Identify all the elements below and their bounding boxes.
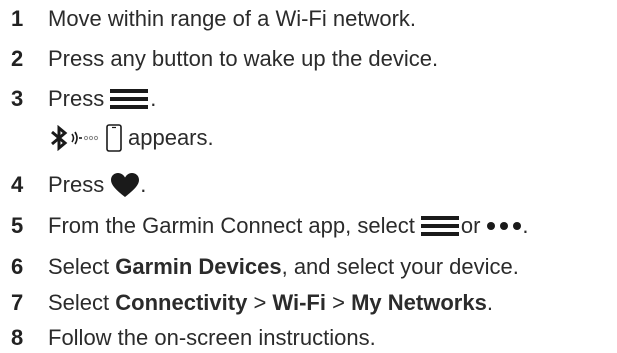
step-text: Press . xyxy=(48,84,156,114)
step-number: 4 xyxy=(11,172,24,197)
step-text: Select Connectivity > Wi-Fi > My Network… xyxy=(48,288,493,318)
step-text-before: Press xyxy=(48,172,105,197)
menu-path-connectivity: Connectivity xyxy=(115,290,248,315)
step-2: 2 Press any button to wake up the device… xyxy=(0,44,617,74)
step-text: Press any button to wake up the device. xyxy=(48,46,439,71)
signal-waves-icon xyxy=(71,131,99,145)
step-text-before: Select xyxy=(48,254,110,279)
menu-path-my-networks: My Networks xyxy=(351,290,487,315)
step-text-before: Press xyxy=(48,86,105,111)
step-number: 2 xyxy=(11,46,24,71)
step-text-after: , and select your device. xyxy=(281,254,519,279)
connection-status: appears. xyxy=(48,123,214,153)
menu-icon xyxy=(110,89,149,109)
menu-icon xyxy=(420,216,459,236)
step-3-status: appears. xyxy=(0,121,617,155)
menu-path-wifi: Wi-Fi xyxy=(272,290,326,315)
more-dots-icon xyxy=(487,222,522,230)
step-4: 4 Press . xyxy=(0,170,617,200)
step-text-after: . xyxy=(522,213,529,238)
menu-path-garmin-devices: Garmin Devices xyxy=(115,254,282,279)
step-text: Follow the on-screen instructions. xyxy=(48,325,376,350)
step-text-mid: or xyxy=(460,213,481,238)
step-1: 1 Move within range of a Wi-Fi network. xyxy=(0,4,617,34)
step-number: 1 xyxy=(11,6,24,31)
step-number: 7 xyxy=(11,290,24,315)
phone-icon xyxy=(106,124,122,152)
step-number: 8 xyxy=(11,325,24,350)
step-number: 5 xyxy=(11,213,24,238)
step-text-after: . xyxy=(140,172,147,197)
step-text: Select Garmin Devices, and select your d… xyxy=(48,252,519,282)
step-text-after: . xyxy=(486,290,493,315)
bluetooth-icon xyxy=(51,125,68,151)
step-3: 3 Press . xyxy=(0,84,617,114)
heart-icon xyxy=(111,173,140,197)
step-text: From the Garmin Connect app, select or . xyxy=(48,211,529,241)
step-number: 6 xyxy=(11,254,24,279)
path-separator: > xyxy=(253,290,267,315)
step-text: Press . xyxy=(48,170,146,200)
step-6: 6 Select Garmin Devices, and select your… xyxy=(0,252,617,282)
step-8: 8 Follow the on-screen instructions. xyxy=(0,323,617,353)
step-7: 7 Select Connectivity > Wi-Fi > My Netwo… xyxy=(0,288,617,318)
step-text-before: Select xyxy=(48,290,110,315)
status-text: appears. xyxy=(128,125,214,150)
instruction-steps: 1 Move within range of a Wi-Fi network. … xyxy=(0,0,617,353)
path-separator: > xyxy=(332,290,345,315)
step-text-before: From the Garmin Connect app, select xyxy=(48,213,415,238)
step-text: Move within range of a Wi-Fi network. xyxy=(48,6,417,31)
step-number: 3 xyxy=(11,86,24,111)
step-text-after: . xyxy=(150,86,157,111)
step-5: 5 From the Garmin Connect app, select or… xyxy=(0,211,617,241)
